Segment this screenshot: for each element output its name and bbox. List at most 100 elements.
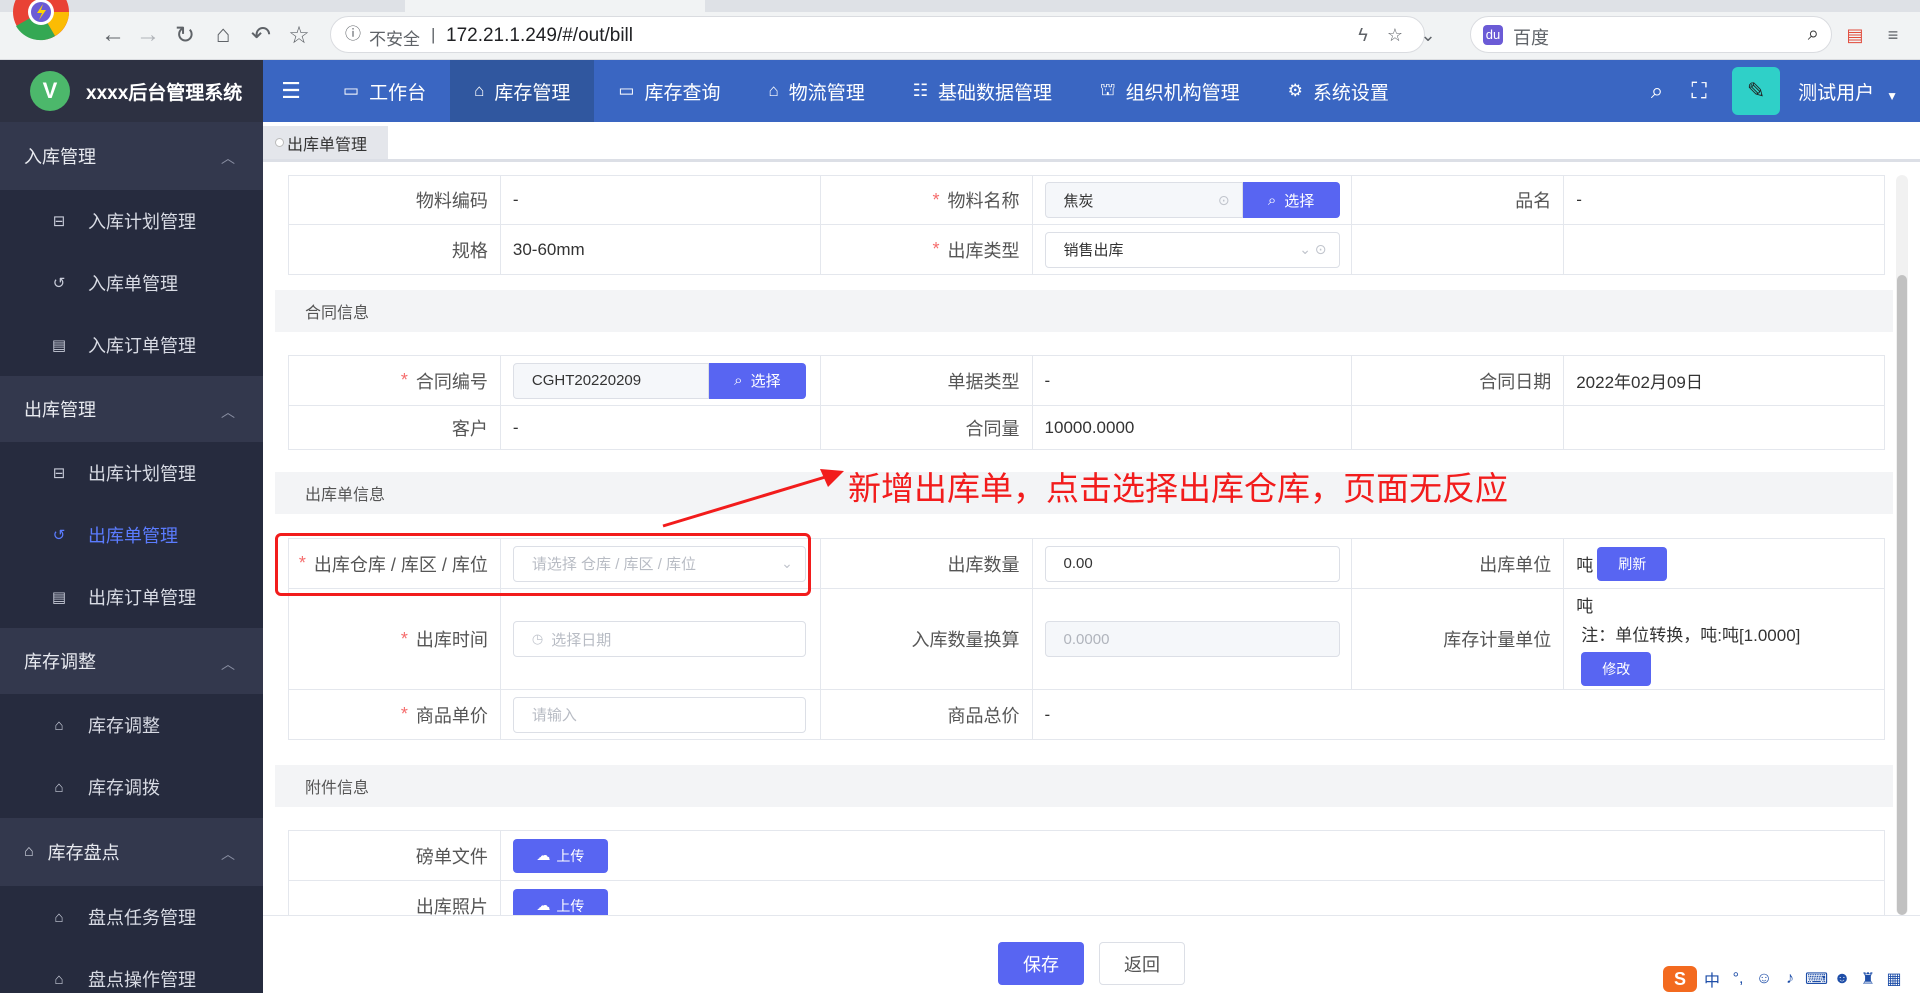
sidebar-item-outbound-plan[interactable]: ⊟ 出库计划管理 [0, 442, 263, 504]
lightning-icon[interactable]: ϟ [1351, 23, 1375, 47]
nav-basic-data[interactable]: ☷ 基础数据管理 [889, 60, 1076, 122]
emoji-icon[interactable]: ☺ [1753, 970, 1775, 988]
menu-toggle-icon[interactable]: ☰ [263, 60, 319, 122]
bookmark-star-icon[interactable]: ☆ [284, 20, 314, 50]
baidu-icon: du [1483, 25, 1503, 45]
doc-type-value: - [1033, 356, 1353, 405]
sidebar-group-outbound[interactable]: 出库管理 ︿ [0, 376, 263, 442]
grid-icon[interactable]: ▦ [1883, 969, 1905, 989]
microphone-icon[interactable]: ♪ [1779, 970, 1801, 988]
sidebar-item-inbound-order[interactable]: ▤ 入库订单管理 [0, 314, 263, 376]
content-scrollbar[interactable] [1896, 175, 1908, 915]
modify-button[interactable]: 修改 [1581, 652, 1652, 686]
unit-price-input[interactable]: 请输入 [512, 696, 806, 733]
sidebar-group-inventory[interactable]: ⌂ 库存盘点 ︿ [0, 818, 263, 886]
sidebar-item-count-task[interactable]: ⌂ 盘点任务管理 [0, 886, 263, 948]
material-grid: 物料编码 - * 物料名称 焦炭 ⊙ ⌕ 选择 品名 - 规格 30-60mm * 出… [288, 175, 1886, 275]
browser-search-box[interactable]: du 百度 ⌕ [1470, 16, 1832, 53]
contract-grid: * 合同编号 CGHT20220209 ⌕ 选择 单据类型 - 合同日期 2022年… [288, 355, 1886, 450]
tab-dot-icon [275, 138, 284, 147]
sidebar-item-stock-transfer[interactable]: ⌂ 库存调拨 [0, 756, 263, 818]
material-select-button[interactable]: ⌕ 选择 [1242, 182, 1340, 218]
favorite-icon[interactable]: ☆ [1383, 23, 1407, 47]
material-name-input[interactable]: 焦炭 ⊙ [1044, 182, 1243, 218]
chevron-up-icon: ︿ [221, 846, 235, 862]
out-time-cell: ◷ 选择日期 [501, 589, 821, 689]
punctuation-icon[interactable]: °, [1727, 970, 1749, 988]
undo-icon[interactable]: ↶ [246, 20, 276, 50]
nav-logistics[interactable]: ⌂ 物流管理 [744, 60, 888, 122]
required-mark: * [400, 704, 408, 724]
contract-date-value: 2022年02月09日 [1564, 356, 1886, 405]
sogou-logo[interactable]: S [1663, 966, 1697, 992]
out-type-select[interactable]: 销售出库 ⌄ ⊙ [1044, 231, 1340, 268]
nav-settings[interactable]: ⚙ 系统设置 [1264, 60, 1413, 122]
pinming-value: - [1564, 176, 1886, 224]
url-text[interactable]: 172.21.1.249/#/out/bill [446, 25, 633, 47]
browser-toolbar: ← → ↻ ⌂ ↶ ☆ ⓘ 不安全 | 172.21.1.249/#/out/b… [0, 0, 1920, 60]
skin-icon[interactable]: ♜ [1857, 969, 1879, 989]
user-name[interactable]: 测试用户 [1798, 78, 1874, 105]
scrollbar-thumb[interactable] [1897, 275, 1907, 915]
address-bar[interactable]: ⓘ 不安全 | 172.21.1.249/#/out/bill ϟ ☆ ⌄ [330, 16, 1436, 53]
sidebar-group-adjust[interactable]: 库存调整 ︿ [0, 628, 263, 694]
ime-language[interactable]: 中 [1701, 967, 1723, 991]
sidebar-item-outbound-order[interactable]: ▤ 出库订单管理 [0, 566, 263, 628]
forward-icon[interactable]: → [133, 20, 163, 50]
sidebar-item-inbound-plan[interactable]: ⊟ 入库计划管理 [0, 190, 263, 252]
sidebar-item-outbound-bill[interactable]: ↺ 出库单管理 [0, 504, 263, 566]
pdf-icon[interactable]: ▤ [1842, 22, 1868, 48]
nav-workbench[interactable]: ▭ 工作台 [319, 60, 450, 122]
home-icon: ⌂ [54, 908, 64, 926]
back-button[interactable]: 返回 [1099, 942, 1185, 985]
sidebar-item-label: 出库单管理 [88, 526, 178, 546]
home-icon: ⌂ [54, 716, 64, 734]
sidebar-item-count-operation[interactable]: ⌂ 盘点操作管理 [0, 948, 263, 993]
home-icon[interactable]: ⌂ [208, 20, 238, 50]
annotation-text: 新增出库单，点击选择出库仓库，页面无反应 [848, 470, 1508, 507]
info-icon[interactable]: ⓘ [343, 25, 363, 45]
user-icon[interactable]: ☻ [1831, 970, 1853, 988]
browser-logo-icon[interactable] [12, 0, 70, 44]
browser-menu-icon[interactable]: ≡ [1880, 22, 1906, 48]
sidebar: 入库管理 ︿ ⊟ 入库计划管理 ↺ 入库单管理 ▤ 入库订单管理 出库管理 ︿ … [0, 122, 263, 993]
app-logo[interactable]: V [30, 71, 70, 111]
tab-outbound-bill[interactable]: 出库单管理 [263, 126, 388, 159]
browser-tab-active[interactable] [405, 0, 705, 12]
save-button[interactable]: 保存 [998, 942, 1084, 985]
cloud-upload-icon: ☁ [536, 847, 551, 863]
stock-unit-label: 库存计量单位 [1352, 589, 1565, 689]
empty-label [1352, 406, 1565, 449]
attachment-section-header: 附件信息 [275, 765, 1893, 807]
upload-photo-button[interactable]: ☁ 上传 [512, 888, 608, 915]
dropdown-icon[interactable]: ⌄ [1416, 23, 1440, 47]
search-icon[interactable]: ⌕ [1808, 23, 1819, 46]
sidebar-item-inbound-bill[interactable]: ↺ 入库单管理 [0, 252, 263, 314]
sidebar-item-label: 入库订单管理 [88, 336, 196, 356]
out-time-datepicker[interactable]: ◷ 选择日期 [512, 621, 806, 657]
caret-down-icon[interactable]: ▼ [1886, 89, 1898, 103]
sidebar-group-inbound[interactable]: 入库管理 ︿ [0, 122, 263, 190]
upload-weigh-button[interactable]: ☁ 上传 [512, 838, 608, 873]
section-title: 附件信息 [305, 780, 370, 797]
nav-stock-query[interactable]: ▭ 库存查询 [594, 60, 744, 122]
nav-label: 组织机构管理 [1125, 82, 1240, 104]
nav-organization[interactable]: ⛫ 组织机构管理 [1076, 60, 1264, 122]
refresh-button[interactable]: 刷新 [1597, 546, 1668, 581]
nav-label: 库存管理 [494, 82, 571, 104]
contract-qty-value: 10000.0000 [1033, 406, 1353, 449]
contract-select-button[interactable]: ⌕ 选择 [708, 362, 806, 399]
home-icon: ⌂ [24, 843, 34, 860]
fullscreen-icon[interactable]: ⛶ [1678, 78, 1720, 104]
back-icon[interactable]: ← [98, 20, 128, 50]
nav-stock-management[interactable]: ⌂ 库存管理 [450, 60, 595, 122]
contract-no-input[interactable]: CGHT20220209 [512, 362, 709, 399]
search-icon[interactable]: ⌕ [1636, 78, 1678, 104]
keyboard-icon[interactable]: ⌨ [1805, 969, 1828, 989]
sidebar-item-stock-adjust[interactable]: ⌂ 库存调整 [0, 694, 263, 756]
out-qty-input[interactable]: 0.00 [1044, 545, 1340, 582]
avatar[interactable]: ✎ [1732, 67, 1781, 115]
clipboard-icon: ▤ [51, 337, 67, 354]
reload-icon[interactable]: ↻ [170, 20, 200, 50]
total-price-value: - [1033, 690, 1885, 739]
